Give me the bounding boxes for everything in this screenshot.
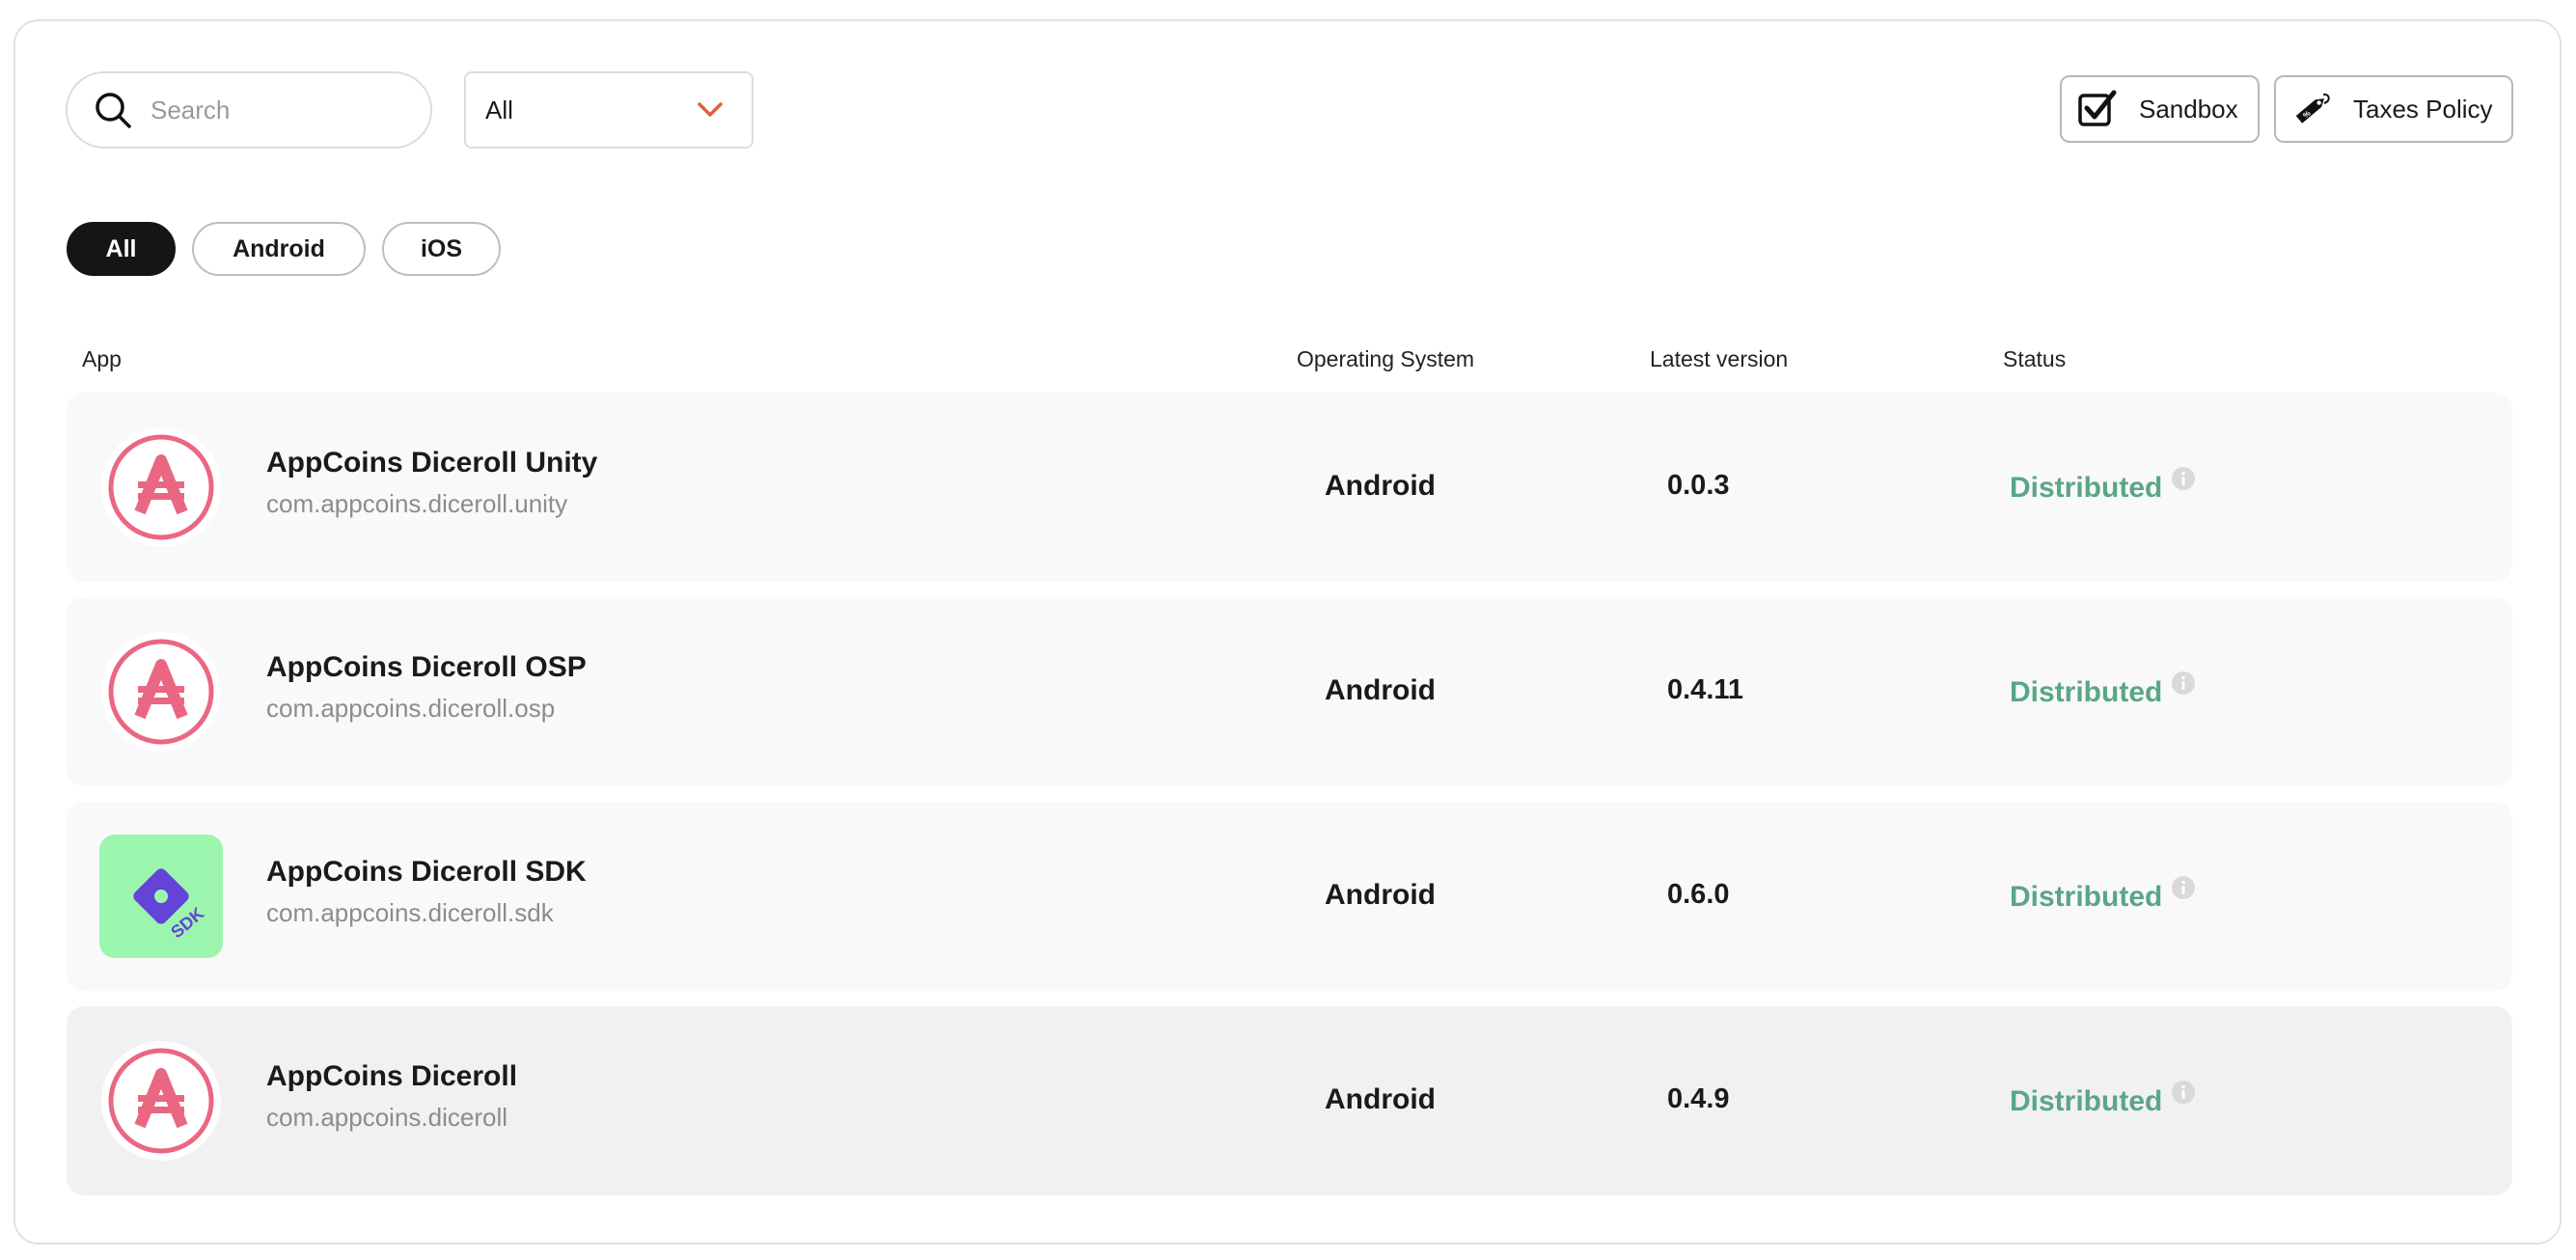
column-header-os: Operating System: [1297, 346, 1475, 371]
app-version: 0.4.11: [1667, 674, 1744, 705]
table-row[interactable]: SDK AppCoins Diceroll SDK com.appcoins.d…: [67, 802, 2512, 991]
app-os: Android: [1325, 1083, 1436, 1115]
taxes-policy-button[interactable]: % Taxes Policy: [2274, 75, 2513, 143]
sdk-diamond-logo-icon: SDK: [99, 835, 223, 958]
os-filter-android[interactable]: Android: [192, 222, 366, 276]
status-badge: Distributed: [2010, 881, 2163, 913]
chevron-down-icon: [698, 102, 723, 117]
checkbox-icon: [2078, 90, 2117, 126]
table-row[interactable]: AppCoins Diceroll OSP com.appcoins.dicer…: [67, 597, 2512, 786]
os-filter-ios[interactable]: iOS: [382, 222, 501, 276]
app-os: Android: [1325, 879, 1436, 911]
os-filter-all[interactable]: All: [67, 222, 176, 276]
table-row[interactable]: AppCoins Diceroll Unity com.appcoins.dic…: [67, 393, 2512, 582]
search-icon: [96, 93, 131, 128]
status-badge: Distributed: [2010, 1085, 2163, 1117]
search-input[interactable]: [151, 95, 401, 125]
search-box[interactable]: [66, 71, 432, 149]
app-version: 0.4.9: [1667, 1083, 1730, 1114]
info-icon[interactable]: [2171, 466, 2196, 491]
info-icon[interactable]: [2171, 875, 2196, 900]
app-name: AppCoins Diceroll Unity: [266, 447, 598, 479]
app-version: 0.0.3: [1667, 470, 1730, 501]
app-name: AppCoins Diceroll OSP: [266, 651, 587, 683]
sandbox-button[interactable]: Sandbox: [2060, 75, 2260, 143]
taxes-policy-button-label: Taxes Policy: [2353, 94, 2493, 123]
app-package: com.appcoins.diceroll.osp: [266, 694, 556, 723]
sandbox-button-label: Sandbox: [2139, 94, 2238, 123]
status-badge: Distributed: [2010, 472, 2163, 504]
apps-card: All Sandbox % Taxes Policy All Android i…: [14, 19, 2562, 1245]
info-icon[interactable]: [2171, 1080, 2196, 1105]
app-package: com.appcoins.diceroll.sdk: [266, 898, 554, 927]
column-header-version: Latest version: [1650, 346, 1789, 371]
column-header-app: App: [82, 346, 122, 371]
status-badge: Distributed: [2010, 676, 2163, 708]
appcoins-logo-icon: [101, 1041, 221, 1161]
info-icon[interactable]: [2171, 671, 2196, 696]
appcoins-logo-icon: [101, 427, 221, 547]
filter-dropdown-value: All: [485, 95, 513, 124]
app-package: com.appcoins.diceroll.unity: [266, 489, 568, 518]
table-row[interactable]: AppCoins Diceroll com.appcoins.diceroll …: [67, 1006, 2512, 1195]
price-tag-icon: %: [2295, 93, 2330, 123]
app-name: AppCoins Diceroll: [266, 1060, 518, 1092]
app-name: AppCoins Diceroll SDK: [266, 856, 587, 888]
filter-dropdown[interactable]: All: [464, 71, 754, 149]
app-version: 0.6.0: [1667, 879, 1730, 910]
column-header-status: Status: [2003, 346, 2067, 371]
appcoins-logo-icon: [101, 632, 221, 752]
app-os: Android: [1325, 470, 1436, 502]
app-package: com.appcoins.diceroll: [266, 1103, 508, 1132]
app-os: Android: [1325, 674, 1436, 706]
